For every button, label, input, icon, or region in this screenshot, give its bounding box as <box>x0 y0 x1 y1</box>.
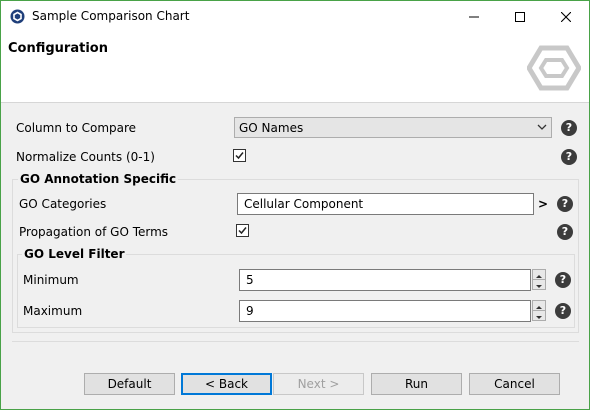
spin-down-icon <box>536 316 542 319</box>
minimum-input[interactable]: 5 <box>239 269 531 291</box>
go-categories-field[interactable]: Cellular Component <box>237 193 534 215</box>
chevron-down-icon <box>537 124 547 130</box>
page-title: Configuration <box>8 41 108 56</box>
go-level-filter-title: GO Level Filter <box>22 247 127 261</box>
maximize-icon <box>515 11 525 22</box>
spin-down-icon <box>536 285 542 288</box>
footer-divider <box>12 341 579 342</box>
column-to-compare-value: GO Names <box>239 121 304 135</box>
go-annotation-title: GO Annotation Specific <box>18 172 179 186</box>
maximum-help-icon[interactable]: ? <box>555 303 571 319</box>
minimum-value: 5 <box>246 273 254 287</box>
run-button[interactable]: Run <box>371 373 462 395</box>
maximum-label: Maximum <box>23 304 83 318</box>
column-to-compare-label: Column to Compare <box>16 121 137 135</box>
dialog-window: Sample Comparison Chart Configuration Co… <box>0 0 590 410</box>
minimum-help-icon[interactable]: ? <box>555 272 571 288</box>
checkmark-icon <box>238 227 247 235</box>
maximum-spin-down[interactable] <box>532 310 546 321</box>
maximize-button[interactable] <box>497 1 543 32</box>
cancel-button[interactable]: Cancel <box>469 373 560 395</box>
minimum-label: Minimum <box>23 273 79 287</box>
hexagon-logo-icon <box>527 45 581 91</box>
normalize-counts-label: Normalize Counts (0-1) <box>16 150 155 164</box>
minimize-icon <box>469 16 479 17</box>
minimize-button[interactable] <box>451 1 497 32</box>
next-button[interactable]: Next > <box>273 373 364 395</box>
maximum-value: 9 <box>246 304 254 318</box>
wizard-header: Configuration <box>1 32 589 103</box>
propagation-checkbox[interactable] <box>236 224 249 237</box>
minimum-spin-down[interactable] <box>532 279 546 290</box>
go-categories-more-button[interactable]: > <box>536 197 550 211</box>
normalize-counts-checkbox[interactable] <box>233 149 246 162</box>
propagation-help-icon[interactable]: ? <box>557 224 573 240</box>
propagation-label: Propagation of GO Terms <box>19 225 169 239</box>
go-categories-label: GO Categories <box>19 197 107 211</box>
go-categories-help-icon[interactable]: ? <box>557 196 573 212</box>
minimum-spinner[interactable] <box>532 269 546 290</box>
close-icon <box>561 11 571 22</box>
go-categories-value: Cellular Component <box>244 197 364 211</box>
title-bar: Sample Comparison Chart <box>1 1 589 32</box>
default-button[interactable]: Default <box>84 373 175 395</box>
maximum-spinner[interactable] <box>532 300 546 321</box>
close-button[interactable] <box>543 1 589 32</box>
column-to-compare-select[interactable]: GO Names <box>234 117 552 138</box>
app-logo-icon <box>10 9 25 24</box>
normalize-counts-help-icon[interactable]: ? <box>561 149 577 165</box>
maximum-input[interactable]: 9 <box>239 300 531 322</box>
window-title: Sample Comparison Chart <box>32 9 190 23</box>
checkmark-icon <box>235 152 244 160</box>
column-to-compare-help-icon[interactable]: ? <box>561 120 577 136</box>
back-button[interactable]: < Back <box>181 373 272 395</box>
